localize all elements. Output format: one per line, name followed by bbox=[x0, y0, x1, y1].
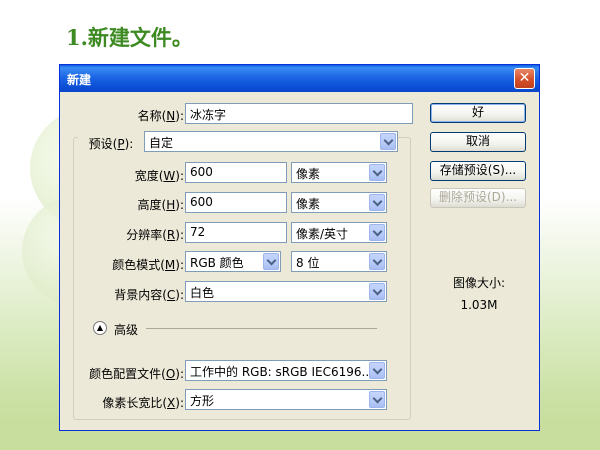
pixel-aspect-select[interactable]: 方形 bbox=[185, 389, 387, 410]
chevron-down-icon bbox=[369, 391, 385, 408]
cancel-button[interactable]: 取消 bbox=[430, 132, 526, 152]
chevron-up-icon: ▲ bbox=[96, 323, 104, 332]
name-input[interactable]: 冰冻字 bbox=[185, 103, 413, 124]
color-profile-label: 颜色配置文件(O): bbox=[89, 367, 184, 381]
dialog-titlebar[interactable]: 新建 ✕ bbox=[60, 65, 539, 92]
color-mode-label: 颜色模式(M): bbox=[112, 258, 184, 272]
color-mode-select[interactable]: RGB 颜色 bbox=[185, 251, 281, 272]
background-contents-label: 背景内容(C): bbox=[114, 288, 184, 302]
bit-depth-select[interactable]: 8 位 bbox=[291, 251, 387, 272]
height-unit-select[interactable]: 像素 bbox=[291, 192, 387, 213]
delete-preset-button: 删除预设(D)... bbox=[430, 188, 526, 208]
chevron-down-icon bbox=[369, 362, 385, 379]
width-input[interactable]: 600 bbox=[185, 162, 287, 183]
height-label: 高度(H): bbox=[137, 198, 184, 212]
save-preset-button[interactable]: 存储预设(S)... bbox=[430, 161, 526, 181]
resolution-input[interactable]: 72 bbox=[185, 222, 287, 243]
chevron-down-icon bbox=[369, 253, 385, 270]
chevron-down-icon bbox=[369, 283, 385, 300]
preset-select[interactable]: 自定 bbox=[144, 131, 398, 152]
image-size-label: 图像大小: bbox=[452, 276, 506, 290]
dialog-title: 新建 bbox=[67, 73, 92, 87]
preset-label: 预设(P): bbox=[78, 135, 144, 152]
width-label: 宽度(W): bbox=[134, 169, 184, 183]
height-input[interactable]: 600 bbox=[185, 192, 287, 213]
close-button[interactable]: ✕ bbox=[514, 68, 535, 89]
name-label: 名称(N): bbox=[137, 109, 184, 123]
slide-title: 1.新建文件。 bbox=[66, 25, 193, 50]
chevron-down-icon bbox=[380, 133, 396, 150]
resolution-unit-select[interactable]: 像素/英寸 bbox=[291, 222, 387, 243]
advanced-divider bbox=[146, 328, 377, 329]
chevron-down-icon bbox=[263, 253, 279, 270]
image-size-value: 1.03M bbox=[460, 298, 498, 312]
width-unit-select[interactable]: 像素 bbox=[291, 162, 387, 183]
chevron-down-icon bbox=[369, 224, 385, 241]
new-document-dialog: 新建 ✕ 名称(N): 冰冻字 预设(P): 自定 宽度(W): 600 像素 … bbox=[59, 64, 540, 431]
advanced-toggle[interactable]: ▲ bbox=[93, 321, 107, 335]
pixel-aspect-label: 像素长宽比(X): bbox=[102, 396, 184, 410]
advanced-label: 高级 bbox=[114, 323, 139, 337]
chevron-down-icon bbox=[369, 164, 385, 181]
background-contents-select[interactable]: 白色 bbox=[185, 281, 387, 302]
resolution-label: 分辨率(R): bbox=[126, 228, 184, 242]
chevron-down-icon bbox=[369, 194, 385, 211]
ok-button[interactable]: 好 bbox=[430, 103, 526, 123]
close-icon: ✕ bbox=[518, 70, 531, 86]
color-profile-select[interactable]: 工作中的 RGB: sRGB IEC6196... bbox=[185, 360, 387, 381]
